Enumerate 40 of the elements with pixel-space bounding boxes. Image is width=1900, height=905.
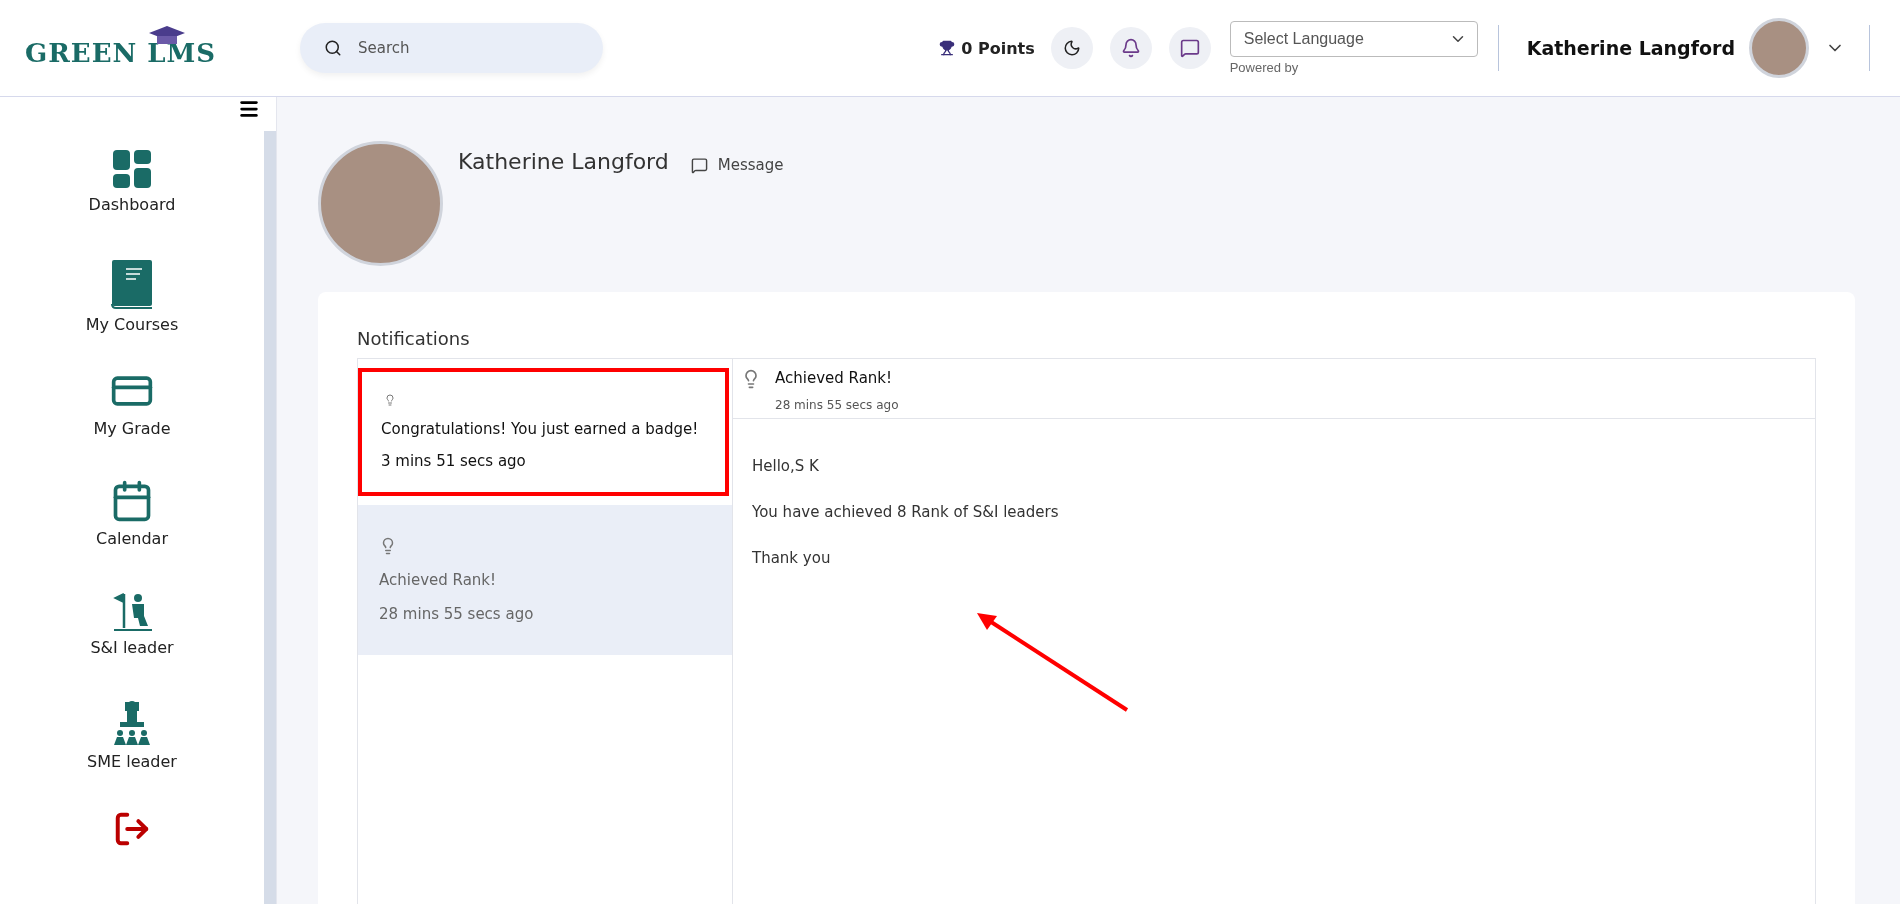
user-name: Katherine Langford: [1526, 37, 1735, 59]
search-input[interactable]: Search: [356, 38, 556, 58]
notification-item[interactable]: Congratulations! You just earned a badge! 3 mins 51 secs ago: [358, 368, 729, 496]
notifications-button[interactable]: [1109, 27, 1152, 69]
moon-icon: [1062, 39, 1081, 57]
language-select[interactable]: Select Language: [1229, 21, 1478, 57]
trophy-icon: [939, 40, 956, 56]
notification-time: 28 mins 55 secs ago: [379, 605, 535, 623]
book-icon: [110, 259, 154, 310]
messages-button[interactable]: [1168, 27, 1211, 69]
chat-icon: [1179, 38, 1200, 58]
dashboard-grid-icon: [112, 149, 152, 189]
notification-item[interactable]: Achieved Rank! 28 mins 55 secs ago: [358, 505, 732, 655]
avatar-placeholder: [1749, 18, 1809, 78]
nav-item[interactable]: Dashboard: [88, 133, 176, 244]
search-icon: [324, 39, 342, 57]
chat-icon: [690, 156, 708, 174]
nav-item[interactable]: My Courses: [85, 243, 179, 354]
message-line: Thank you: [752, 549, 832, 567]
detail-time: 28 mins 55 secs ago: [775, 398, 900, 412]
detail-title: Achieved Rank!: [775, 369, 894, 389]
bell-icon: [1120, 38, 1141, 58]
profile-name: Katherine Langford: [458, 149, 669, 174]
nav-item[interactable]: SME leader: [87, 683, 177, 794]
message-line: Hello,S K: [752, 457, 820, 475]
nav-item[interactable]: S&I leader: [90, 573, 174, 684]
powered-by-text: Powered by: [1229, 60, 1300, 75]
points-text: 0 Points: [961, 38, 1035, 58]
nav-item[interactable]: My Grade: [93, 353, 171, 464]
notification-text: Congratulations! You just earned a badge!: [381, 420, 700, 438]
notification-time: 3 mins 51 secs ago: [381, 452, 527, 470]
notification-text: Achieved Rank!: [379, 571, 498, 589]
nav-item[interactable]: Calendar: [96, 463, 168, 574]
message-link[interactable]: Message: [690, 156, 784, 174]
search-field[interactable]: Search: [300, 23, 603, 73]
logo-text: GREEN LMS: [25, 38, 217, 68]
section-title: Notifications: [357, 328, 471, 349]
scrollbar[interactable]: [264, 131, 276, 904]
message-line: You have achieved 8 Rank of S&I leaders: [752, 503, 1060, 521]
dark-mode-button[interactable]: [1050, 27, 1093, 69]
